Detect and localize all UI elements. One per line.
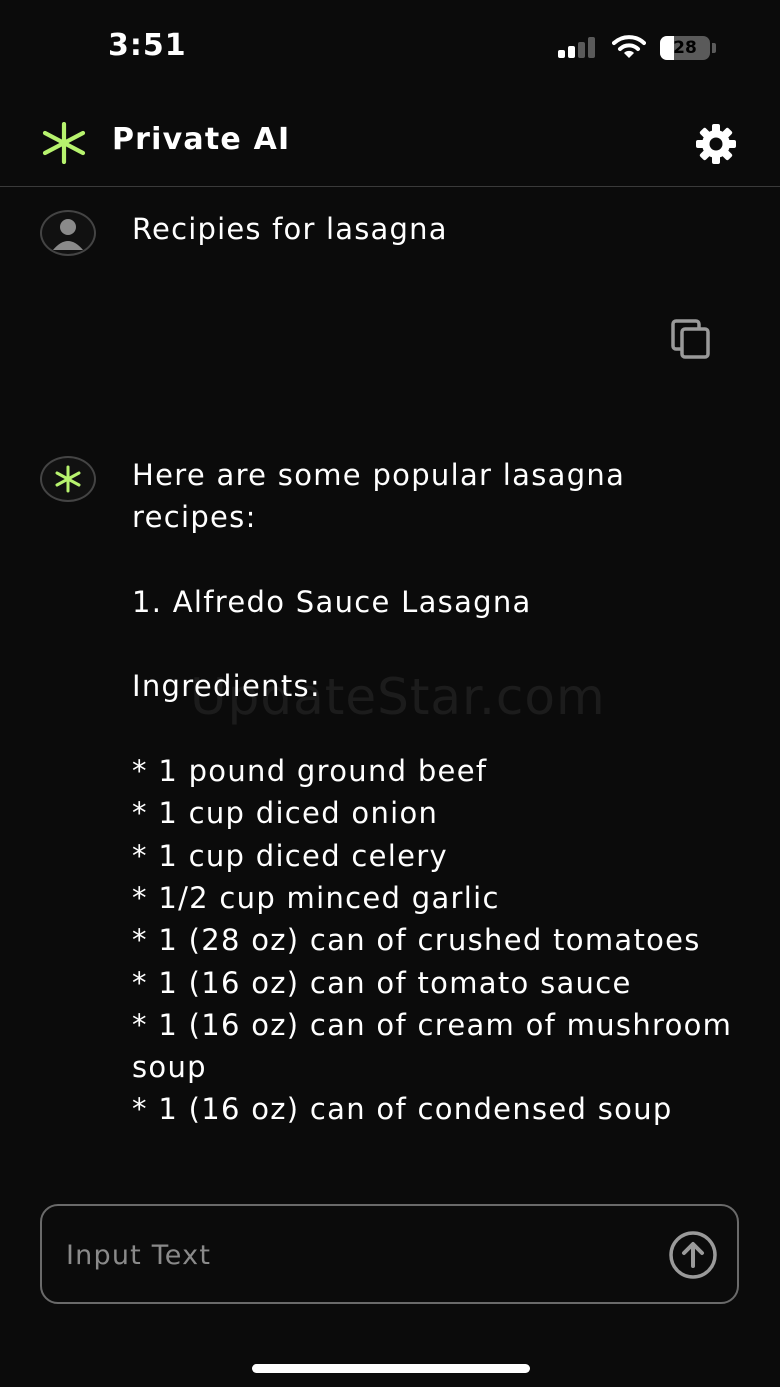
assistant-avatar — [40, 456, 96, 502]
status-time: 3:51 — [108, 28, 187, 63]
copy-button[interactable] — [670, 318, 712, 360]
user-icon — [53, 219, 83, 250]
ingredient-item: * 1 cup diced onion — [132, 796, 439, 831]
home-indicator — [252, 1364, 530, 1373]
app-header: Private AI — [0, 96, 780, 187]
ingredient-item: * 1 cup diced celery — [132, 838, 448, 873]
send-button[interactable] — [668, 1230, 718, 1280]
ingredients-heading: Ingredients: — [132, 669, 322, 704]
ingredient-item: * 1 (16 oz) can of tomato sauce — [132, 965, 632, 1000]
sparkle-asterisk-icon — [55, 465, 81, 493]
recipe-title: 1. Alfredo Sauce Lasagna — [132, 584, 532, 619]
ingredient-item: * 1 (16 oz) can of condensed soup — [132, 1092, 673, 1127]
sparkle-asterisk-icon — [42, 122, 86, 164]
battery-tip — [712, 43, 716, 53]
user-message: Recipies for lasagna — [132, 212, 448, 246]
assistant-intro: Here are some popular lasagna recipes: — [132, 458, 626, 535]
wifi-icon — [612, 35, 646, 58]
status-bar: 3:51 28 — [0, 0, 780, 96]
settings-gear-button[interactable] — [694, 122, 738, 166]
cellular-signal-icon — [558, 36, 600, 58]
message-input[interactable] — [64, 1232, 648, 1278]
assistant-message: Here are some popular lasagna recipes: 1… — [132, 454, 752, 1131]
ingredient-item: * 1 (16 oz) can of cream of mushroom sou… — [132, 1007, 733, 1085]
battery-icon: 28 — [660, 36, 710, 60]
ingredient-item: * 1/2 cup minced garlic — [132, 880, 500, 915]
ingredient-item: * 1 (28 oz) can of crushed tomatoes — [132, 923, 701, 958]
ingredient-item: * 1 pound ground beef — [132, 754, 488, 789]
app-title: Private AI — [112, 122, 291, 157]
message-composer — [40, 1204, 739, 1304]
battery-percent: 28 — [673, 38, 697, 58]
user-avatar — [40, 210, 96, 256]
